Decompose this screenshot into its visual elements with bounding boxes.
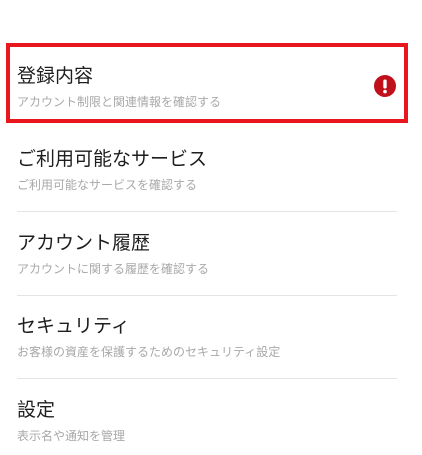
menu-item-title: セキュリティ — [17, 315, 130, 337]
divider — [17, 378, 397, 379]
menu-item-security[interactable]: セキュリティ お客様の資産を保護するためのセキュリティ設定 — [17, 314, 397, 366]
menu-item-available-services[interactable]: ご利用可能なサービス ご利用可能なサービスを確認する — [17, 147, 397, 199]
menu-item-registration[interactable]: 登録内容 アカウント制限と関連情報を確認する — [17, 64, 397, 116]
menu-item-title: ご利用可能なサービス — [17, 148, 208, 170]
divider — [17, 295, 397, 296]
menu-item-settings[interactable]: 設定 表示名や通知を管理 — [17, 398, 397, 450]
menu-item-title: 設定 — [17, 399, 56, 421]
menu-item-subtitle: お客様の資産を保護するためのセキュリティ設定 — [17, 345, 281, 359]
menu-item-account-history[interactable]: アカウント履歴 アカウントに関する履歴を確認する — [17, 231, 397, 283]
menu-item-subtitle: ご利用可能なサービスを確認する — [17, 178, 198, 192]
menu-item-subtitle: アカウント制限と関連情報を確認する — [17, 95, 222, 109]
menu-item-title: 登録内容 — [17, 65, 94, 87]
divider — [17, 211, 397, 212]
account-menu-list: 登録内容 アカウント制限と関連情報を確認する ご利用可能なサービス ご利用可能な… — [0, 0, 422, 455]
menu-item-subtitle: 表示名や通知を管理 — [17, 429, 126, 443]
menu-item-title: アカウント履歴 — [17, 232, 151, 254]
menu-item-subtitle: アカウントに関する履歴を確認する — [17, 262, 210, 276]
exclamation-circle-icon — [374, 75, 396, 97]
